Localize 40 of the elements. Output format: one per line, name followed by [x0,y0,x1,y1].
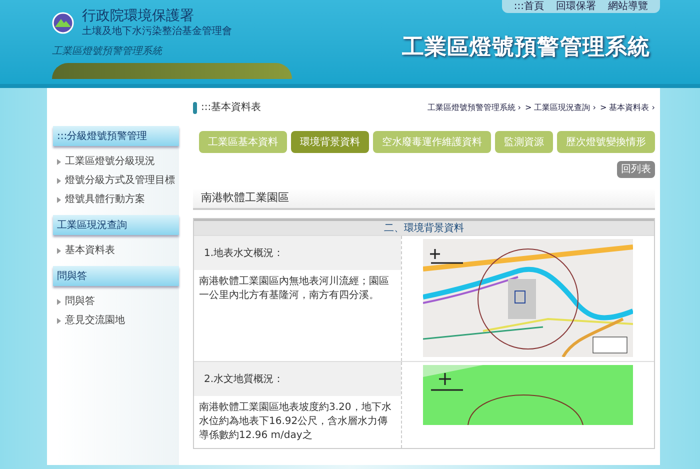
sidebar-section-header: :::分級燈號預警管理 [53,126,179,146]
row-label: 2.水文地質概況： [194,362,401,396]
row-description: 南港軟體工業園區地表坡度約3.20，地下水水位約為地表下16.92公尺，含水層水力傳導係數約12.96 m/day之 [198,400,392,443]
breadcrumb-link[interactable]: > 工業區現況查詢 › [525,102,596,114]
bullet-icon [57,158,61,164]
back-to-list-button[interactable]: 回列表 [617,161,655,178]
title-marker-icon [193,102,197,114]
sidebar-link[interactable]: 基本資料表 [53,241,179,260]
sidebar-section-header: 工業區現況查詢 [53,215,179,235]
row-label: 1.地表水文概況： [194,236,401,270]
sidebar-link-text: 基本資料表 [65,244,115,258]
row-description: 南港軟體工業園區內無地表河川流經；園區一公里內北方有基隆河，南方有四分溪。 [198,274,390,303]
mountain-logo-icon [52,12,74,34]
top-link[interactable]: 回環保署 [556,2,596,12]
breadcrumb-link[interactable]: 工業區燈號預警管理系統 › [427,102,521,114]
bullet-icon [57,298,61,304]
sidebar-section-header: 問與答 [53,266,179,286]
sidebar-link-text: 工業區燈號分級現況 [65,154,155,169]
bullet-icon [57,196,61,202]
sidebar-link-text: 燈號分級方式及管理目標 [65,174,175,188]
sidebar-link[interactable]: 意見交流園地 [53,311,179,330]
fund-name: 土壤及地下水污染整治基金管理會 [82,26,232,38]
sidebar-link[interactable]: 問與答 [53,292,179,311]
sidebar-link[interactable]: 燈號分級方式及管理目標 [53,171,179,190]
top-link[interactable]: :::首頁 [514,2,544,12]
bullet-icon [57,248,61,254]
sidebar-link-text: 燈號具體行動方案 [65,192,145,207]
top-link[interactable]: 網站導覽 [608,2,648,12]
system-title: 工業區燈號預警管理系統 [402,34,650,62]
sidebar-link-text: 意見交流園地 [65,314,125,328]
system-subtitle: 工業區燈號預警管理系統 [52,44,164,59]
breadcrumb-link[interactable]: > 基本資料表 › [600,102,655,114]
page-title: :::基本資料表 [201,100,262,115]
agency-name: 行政院環境保護署 [82,8,195,26]
sidebar-link[interactable]: 工業區燈號分級現況 [53,152,179,171]
sidebar-link-text: 問與答 [65,294,95,309]
sidebar-link[interactable]: 燈號具體行動方案 [53,190,179,209]
bullet-icon [57,178,61,184]
table-heading: 二、環境背景資料 [194,219,654,235]
bullet-icon [57,318,61,324]
